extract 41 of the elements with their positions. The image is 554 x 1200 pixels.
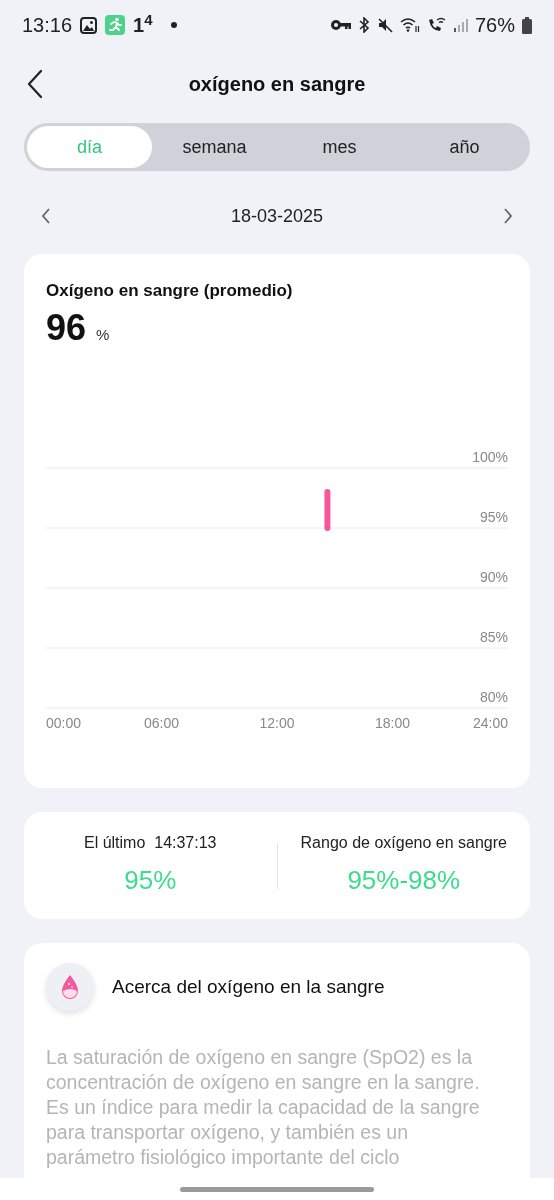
battery-icon <box>522 16 532 34</box>
signal-icon <box>453 18 468 32</box>
average-value: 96 <box>46 309 87 346</box>
stat-value: 95%-98% <box>347 864 461 897</box>
y-axis-label: 80% <box>479 689 508 705</box>
period-tab[interactable]: semana <box>152 126 277 168</box>
back-icon <box>27 69 43 99</box>
info-paragraph: La saturación de oxígeno en sangre (SpO2) es la concentración de oxígeno en sangre en la sangre. Es un índice para medir la capacidad de la sangre para transportar oxígeno, y también es un parámetro fisiológico importante del ciclo <box>46 1045 481 1170</box>
stat-value: 95% <box>124 864 177 897</box>
period-tab[interactable]: año <box>402 126 527 168</box>
y-axis-label: 85% <box>479 629 508 645</box>
summary-title: Oxígeno en sangre (promedio) <box>46 280 294 302</box>
y-axis-label: 90% <box>479 569 508 585</box>
wifi-calling-icon <box>426 17 447 33</box>
x-axis-label: 06:00 <box>144 715 179 731</box>
battery-percentage: 76% <box>474 13 515 38</box>
average-unit: % <box>96 324 110 345</box>
mute-icon <box>376 17 393 33</box>
home-indicator[interactable] <box>180 1186 374 1192</box>
stat-label: El último 14:37:13 <box>84 833 217 853</box>
x-axis-label: 24:00 <box>472 715 508 731</box>
notification-count: 1$^{4}$ <box>133 10 153 38</box>
x-axis-label: 18:00 <box>375 715 410 731</box>
running-app-icon <box>105 15 126 35</box>
bluetooth-icon <box>357 17 370 33</box>
wifi-icon <box>399 17 420 33</box>
blood-drop-icon <box>46 963 94 1011</box>
page-title: oxígeno en sangre <box>188 72 366 97</box>
image-icon <box>80 16 98 34</box>
key-icon <box>330 19 351 31</box>
x-axis-label: 12:00 <box>259 715 295 731</box>
period-tab[interactable]: mes <box>277 126 402 168</box>
status-time: 13:16 <box>22 13 73 38</box>
stat-label: Rango de oxígeno en sangre <box>300 833 507 853</box>
y-axis-label: 95% <box>479 509 508 525</box>
chevron-left-icon <box>41 207 51 225</box>
date-label: 18-03-2025 <box>230 204 324 228</box>
chevron-right-icon <box>503 207 513 225</box>
info-title: Acerca del oxígeno en la sangre <box>112 974 385 999</box>
y-axis-label: 100% <box>472 449 508 465</box>
x-axis-label: 00:00 <box>46 715 82 731</box>
